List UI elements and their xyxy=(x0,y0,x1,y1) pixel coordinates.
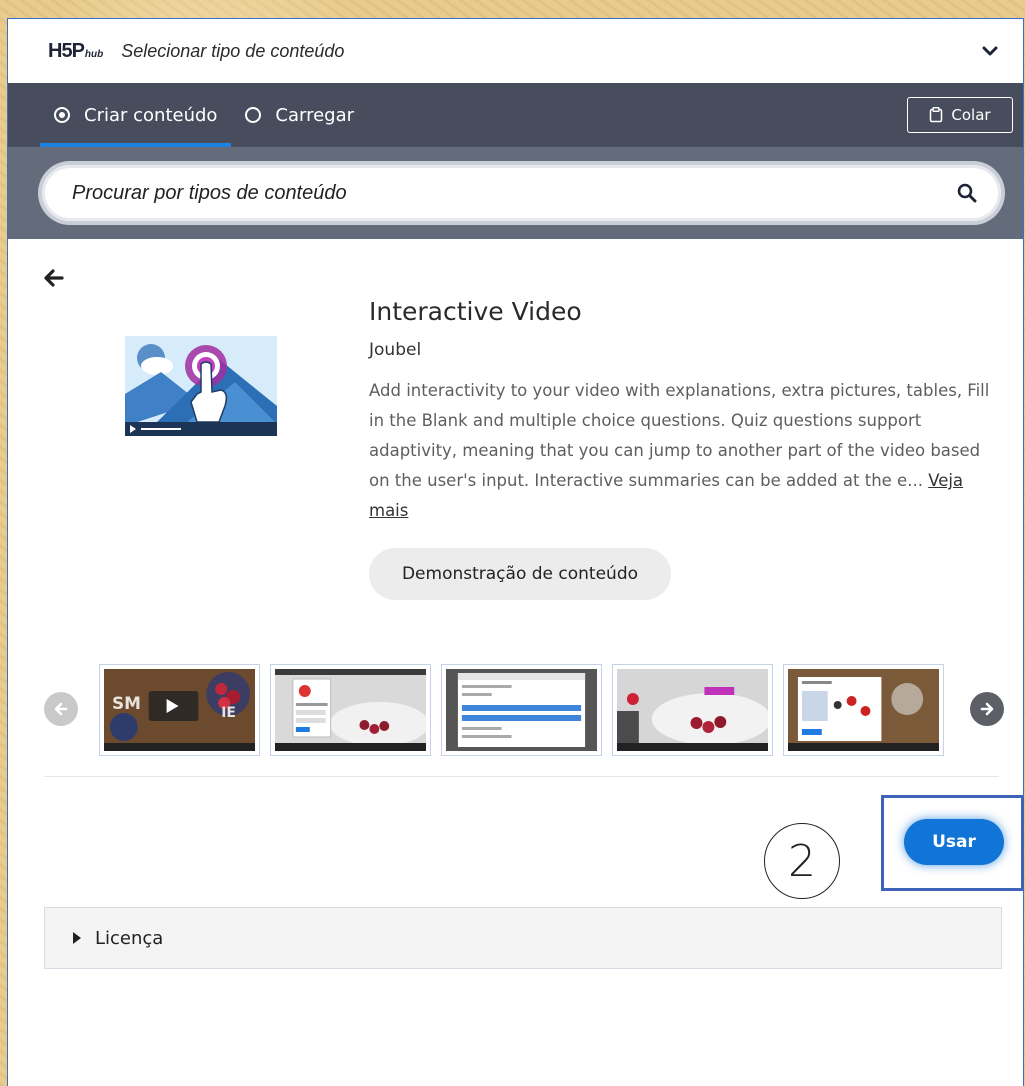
description-text: Add interactivity to your video with exp… xyxy=(369,381,990,490)
screenshot-image-4 xyxy=(617,669,771,751)
search-icon[interactable] xyxy=(957,183,977,203)
search-bar xyxy=(8,147,1023,239)
content-type-info: Interactive Video Joubel Add interactivi… xyxy=(369,297,999,600)
radio-selected-icon xyxy=(54,107,70,123)
caret-right-icon xyxy=(73,932,81,944)
step-number-badge: 2 xyxy=(764,823,840,899)
use-button-highlight: Usar xyxy=(881,795,1024,891)
screenshot-carousel: SM IE xyxy=(44,664,1004,756)
screenshot-image-5 xyxy=(788,669,939,751)
clipboard-icon xyxy=(930,107,943,123)
logo-sub: hub xyxy=(84,48,104,60)
screenshot-thumbnail-2[interactable] xyxy=(270,664,431,756)
search-input[interactable] xyxy=(72,181,957,205)
content-type-detail: Interactive Video Joubel Add interactivi… xyxy=(8,239,1024,1086)
hub-header[interactable]: H5P hub Selecionar tipo de conteúdo xyxy=(8,19,1023,83)
license-accordion[interactable]: Licença xyxy=(44,907,1002,969)
svg-text:SM: SM xyxy=(112,693,141,713)
divider xyxy=(44,776,999,777)
carousel-prev-button[interactable] xyxy=(44,692,78,726)
arrow-right-icon xyxy=(980,702,994,716)
carousel-next-button[interactable] xyxy=(970,692,1004,726)
screenshot-thumbnail-3[interactable] xyxy=(441,664,602,756)
paste-button[interactable]: Colar xyxy=(907,97,1013,133)
screenshot-thumbnail-1[interactable]: SM IE xyxy=(99,664,260,756)
paste-label: Colar xyxy=(951,106,991,124)
screenshot-thumbnail-5[interactable] xyxy=(783,664,944,756)
content-demo-button[interactable]: Demonstração de conteúdo xyxy=(369,548,671,600)
arrow-left-icon xyxy=(54,702,68,716)
tab-create-content[interactable]: Criar conteúdo xyxy=(40,83,232,147)
screenshot-image-2 xyxy=(275,669,429,751)
license-label: Licença xyxy=(95,927,164,949)
radio-empty-icon xyxy=(245,107,262,123)
h5p-hub-logo: H5P hub xyxy=(48,40,103,63)
use-button[interactable]: Usar xyxy=(904,819,1004,865)
logo-main: H5P xyxy=(48,39,85,62)
content-type-selector-panel: H5P hub Selecionar tipo de conteúdo Cria… xyxy=(7,18,1024,1086)
back-arrow-icon[interactable] xyxy=(44,269,64,292)
svg-text:IE: IE xyxy=(221,705,236,721)
tab-upload-label: Carregar xyxy=(275,104,355,126)
screenshot-image-3 xyxy=(446,669,597,751)
screenshot-image-1: SM IE xyxy=(104,669,255,751)
search-box xyxy=(42,165,1001,221)
tab-create-content-label: Criar conteúdo xyxy=(84,104,218,126)
content-type-description: Add interactivity to your video with exp… xyxy=(369,376,999,526)
screenshot-thumbnail-4[interactable] xyxy=(612,664,773,756)
chevron-down-icon[interactable] xyxy=(979,40,1001,62)
interactive-video-icon xyxy=(125,336,277,436)
tab-bar: Criar conteúdo Carregar Colar xyxy=(8,83,1023,147)
content-type-title: Interactive Video xyxy=(369,297,582,326)
tab-upload[interactable]: Carregar xyxy=(231,83,368,147)
hub-title: Selecionar tipo de conteúdo xyxy=(121,40,345,61)
content-type-owner: Joubel xyxy=(369,340,422,360)
